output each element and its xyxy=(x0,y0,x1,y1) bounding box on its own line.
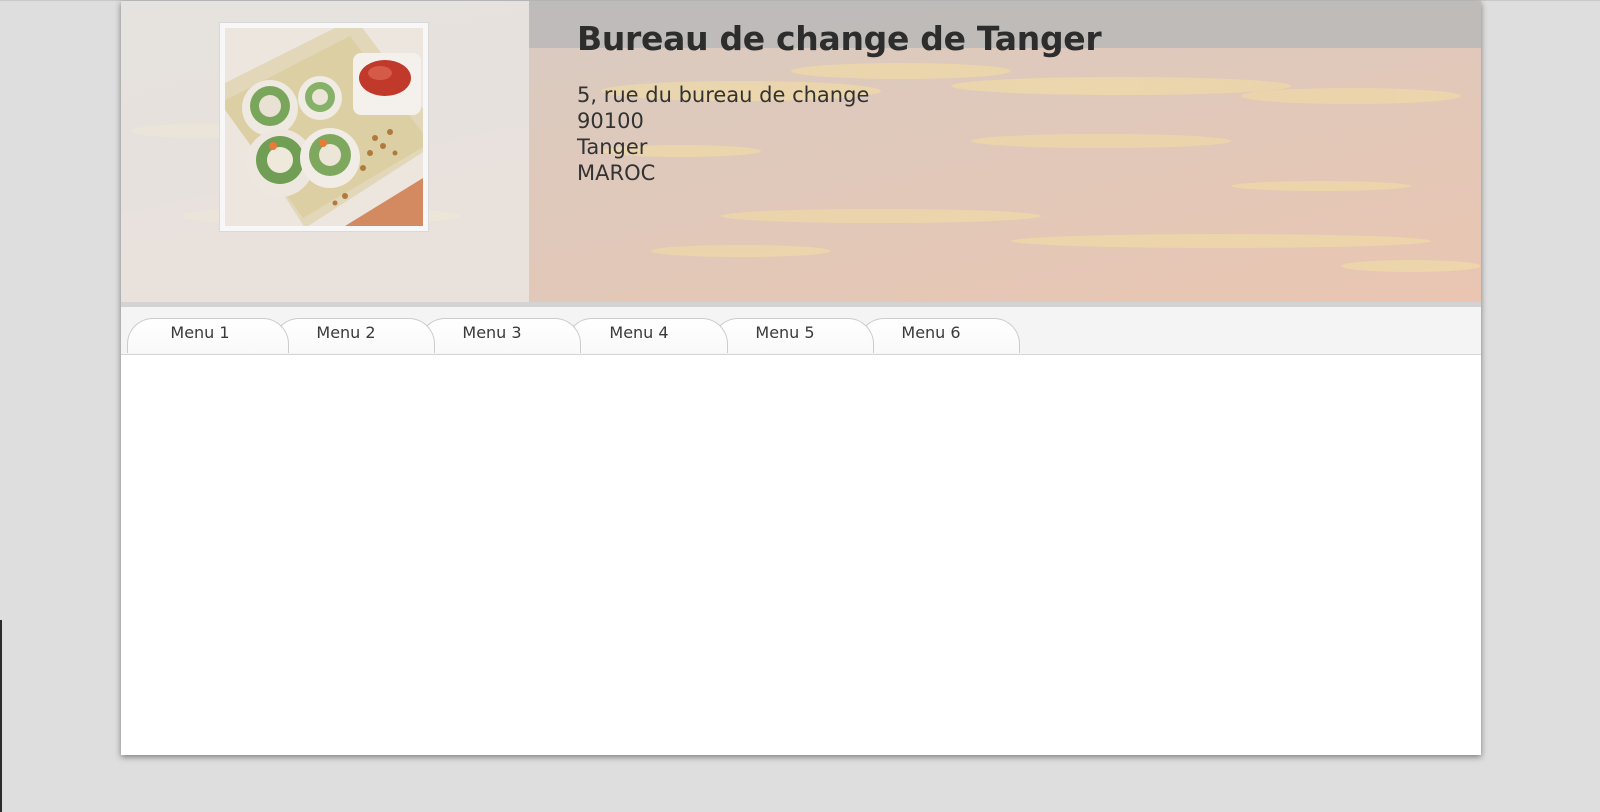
spring-rolls-photo xyxy=(225,28,423,226)
page-container: Bureau de change de Tanger 5, rue du bur… xyxy=(121,1,1481,755)
nav-tab-menu-6[interactable]: Menu 6 xyxy=(858,318,1020,353)
window-left-edge xyxy=(0,620,2,812)
nav-tab-menu-1[interactable]: Menu 1 xyxy=(127,318,289,353)
address-postal-code: 90100 xyxy=(577,109,644,133)
logo-photo-frame xyxy=(219,22,429,232)
nav-tab-label: Menu 3 xyxy=(462,323,522,342)
nav-tab-menu-5[interactable]: Menu 5 xyxy=(712,318,874,353)
address-city: Tanger xyxy=(577,135,648,159)
address-block: 5, rue du bureau de change 90100 Tanger … xyxy=(577,82,1101,186)
nav-tab-label: Menu 4 xyxy=(609,323,669,342)
site-title: Bureau de change de Tanger xyxy=(577,19,1102,58)
nav-tab-label: Menu 6 xyxy=(901,323,961,342)
main-content-area xyxy=(121,355,1481,755)
site-header: Bureau de change de Tanger 5, rue du bur… xyxy=(121,1,1481,302)
nav-tab-label: Menu 1 xyxy=(170,323,230,342)
header-text-block: Bureau de change de Tanger 5, rue du bur… xyxy=(577,19,1102,186)
address-country: MAROC xyxy=(577,161,656,185)
nav-tab-menu-4[interactable]: Menu 4 xyxy=(566,318,728,353)
nav-tab-menu-2[interactable]: Menu 2 xyxy=(273,318,435,353)
main-navigation: Menu 1 Menu 2 Menu 3 Menu 4 Menu 5 Menu … xyxy=(121,307,1481,355)
nav-tab-label: Menu 2 xyxy=(316,323,376,342)
nav-tab-menu-3[interactable]: Menu 3 xyxy=(419,318,581,353)
nav-tab-label: Menu 5 xyxy=(755,323,815,342)
address-street: 5, rue du bureau de change xyxy=(577,83,870,107)
